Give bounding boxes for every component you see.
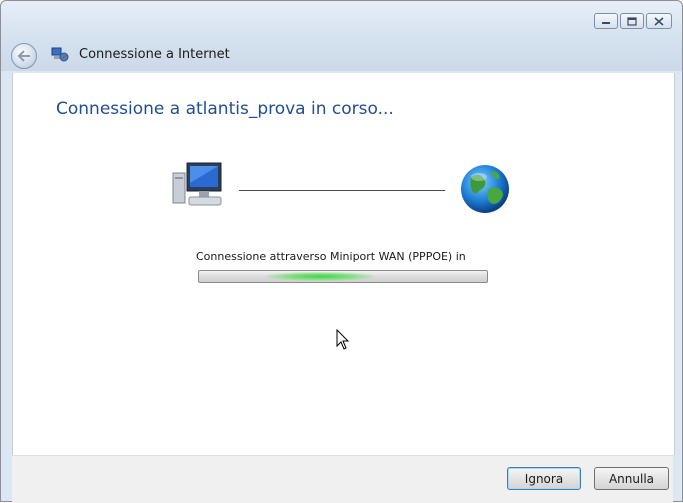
content-area: Connessione a atlantis_prova in corso... [12, 73, 675, 455]
globe-icon [461, 165, 509, 213]
back-button[interactable] [11, 43, 37, 69]
button-bar: Ignora Annulla [12, 455, 673, 503]
caption-buttons [594, 13, 672, 29]
cancel-button[interactable]: Annulla [594, 467, 669, 490]
minimize-button[interactable] [594, 13, 618, 29]
mouse-cursor-icon [336, 329, 350, 350]
window-title: Connessione a Internet [79, 47, 230, 62]
minimize-icon [602, 22, 610, 24]
page-heading: Connessione a atlantis_prova in corso... [56, 99, 394, 119]
close-button[interactable] [646, 13, 672, 29]
back-arrow-icon [17, 50, 30, 62]
close-icon [654, 16, 664, 26]
connection-line [239, 190, 445, 191]
network-connection-icon [51, 47, 69, 62]
ignore-button[interactable]: Ignora [507, 467, 581, 490]
status-text: Connessione attraverso Miniport WAN (PPP… [196, 250, 466, 263]
computer-icon [172, 162, 222, 206]
maximize-icon [627, 16, 637, 26]
title-bar: Connessione a Internet [1, 1, 682, 71]
maximize-button[interactable] [620, 13, 644, 29]
progress-indicator [265, 272, 375, 281]
progress-bar [198, 270, 488, 283]
dialog-window: Connessione a Internet Connessione a atl… [0, 0, 683, 503]
